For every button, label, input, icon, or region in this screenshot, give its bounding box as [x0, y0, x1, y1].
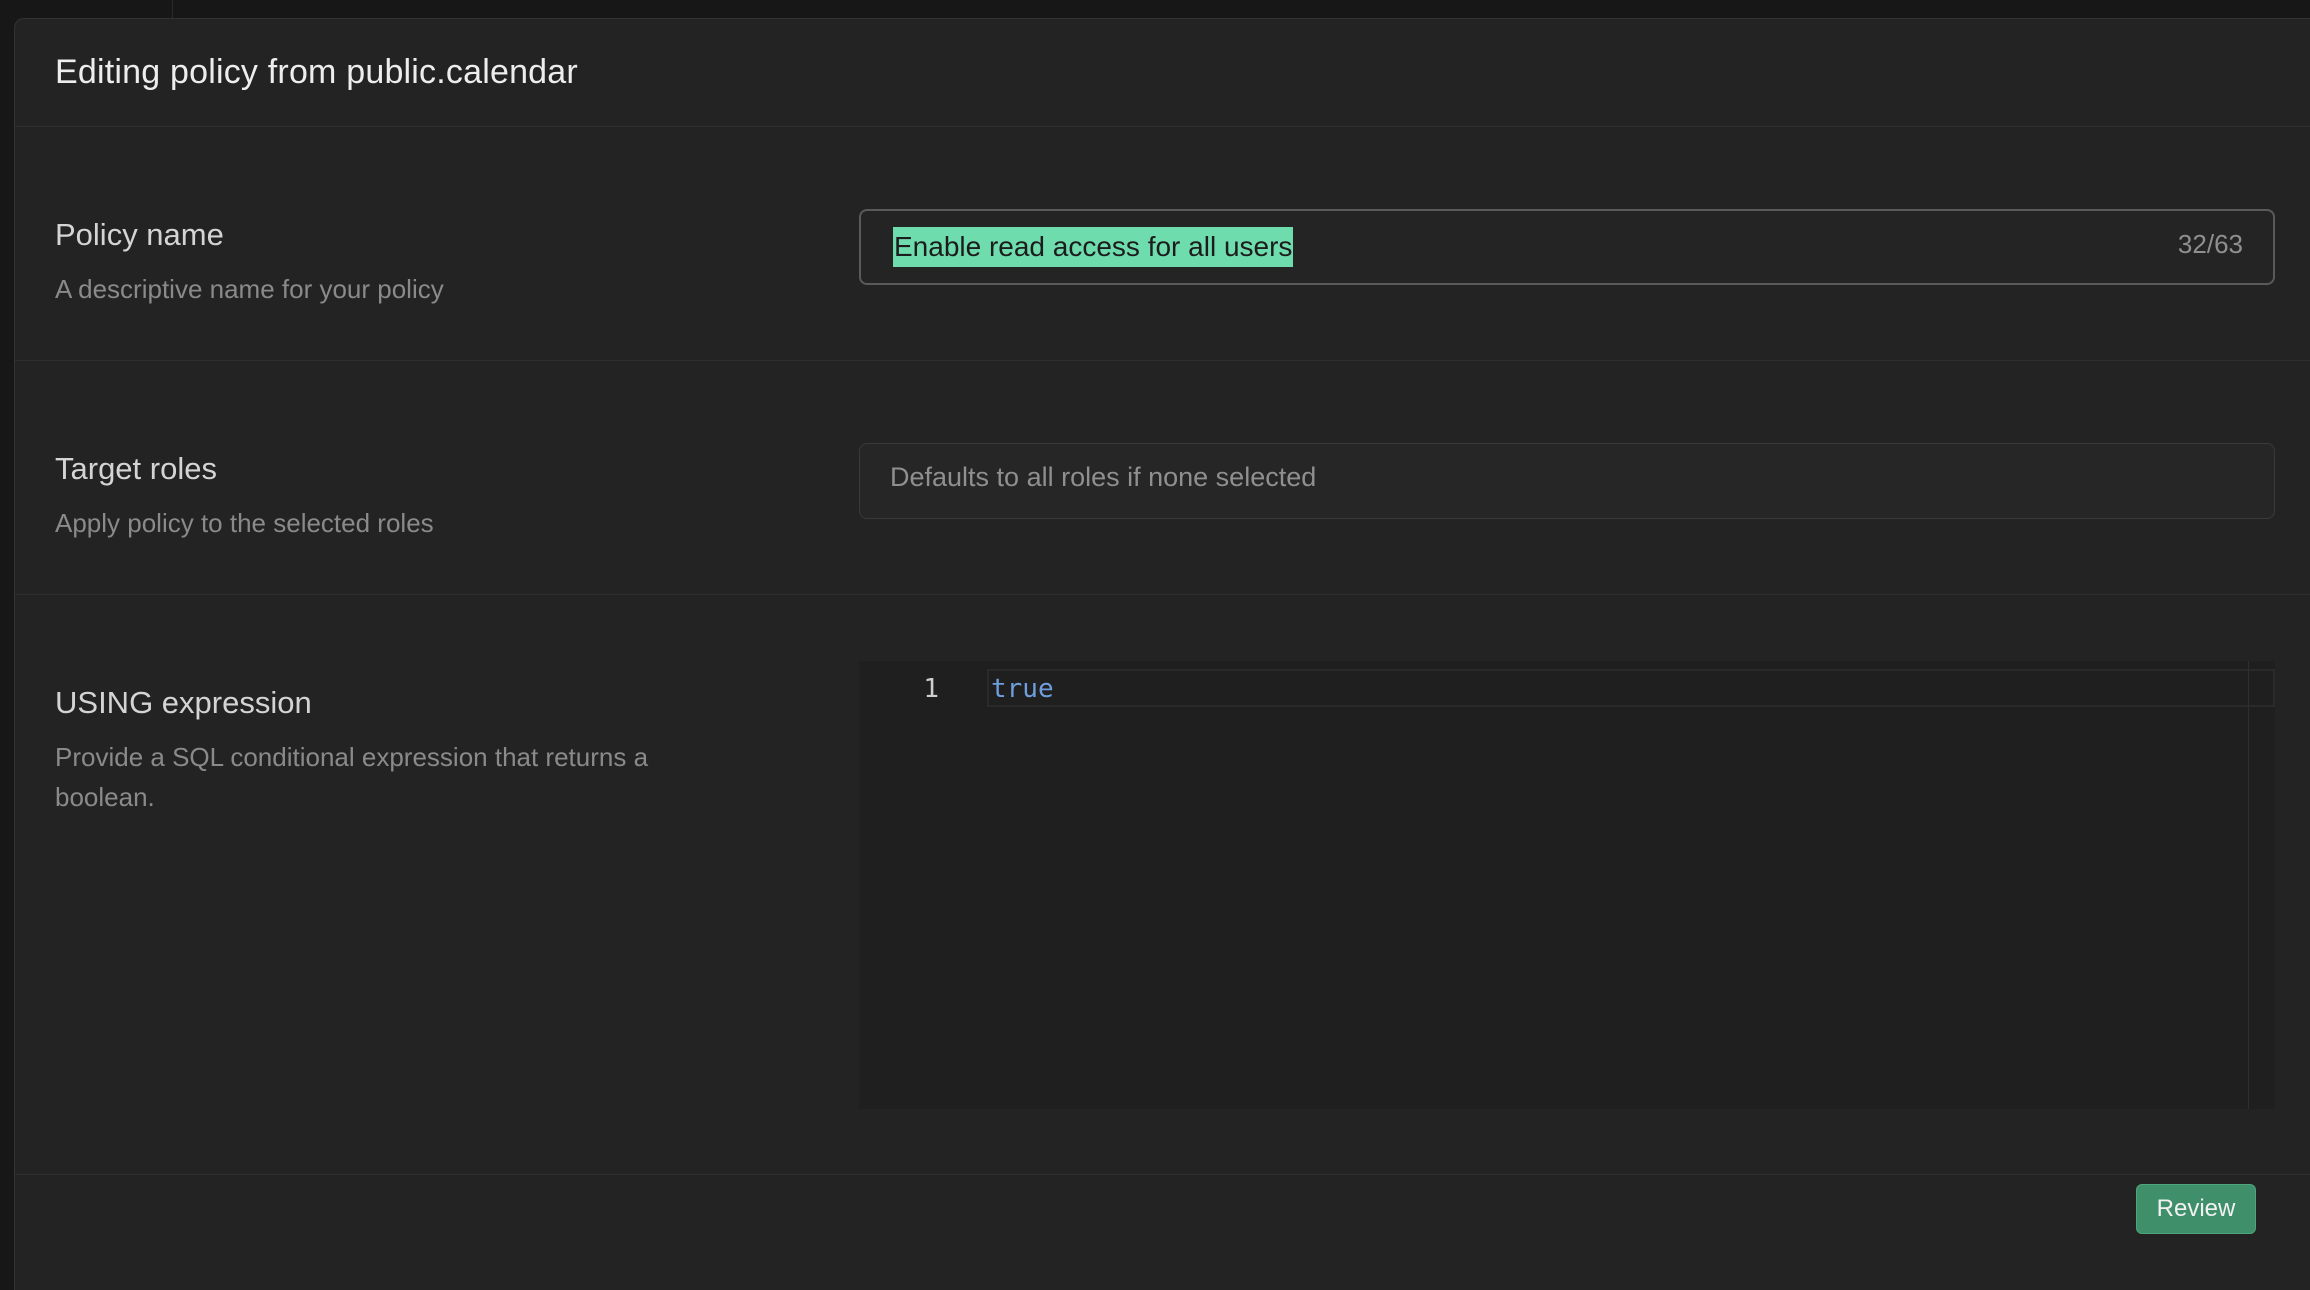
policy-name-section: Policy name A descriptive name for your … — [15, 127, 2310, 361]
target-roles-section: Target roles Apply policy to the selecte… — [15, 361, 2310, 595]
policy-name-value[interactable]: Enable read access for all users — [893, 227, 1294, 267]
using-expression-description: Provide a SQL conditional expression tha… — [55, 742, 649, 812]
line-number: 1 — [923, 674, 939, 704]
policy-name-label: Policy name — [55, 217, 224, 252]
policy-name-char-count: 32/63 — [2177, 229, 2243, 259]
target-roles-select[interactable]: Defaults to all roles if none selected — [859, 443, 2275, 519]
editor-scrollbar-track[interactable] — [2248, 661, 2249, 1109]
backdrop-divider — [172, 0, 173, 18]
active-line-highlight — [987, 669, 2275, 707]
review-button[interactable]: Review — [2136, 1184, 2256, 1234]
policy-name-input[interactable]: Enable read access for all users 32/63 — [859, 209, 2275, 285]
modal-title: Editing policy from public.calendar — [55, 53, 578, 91]
policy-name-description: A descriptive name for your policy — [55, 274, 444, 304]
target-roles-description: Apply policy to the selected roles — [55, 508, 434, 538]
using-expression-section: USING expression Provide a SQL condition… — [15, 595, 2310, 1175]
using-expression-label: USING expression — [55, 685, 312, 720]
target-roles-label: Target roles — [55, 451, 217, 486]
edit-policy-modal: Editing policy from public.calendar Poli… — [14, 18, 2310, 1290]
modal-header: Editing policy from public.calendar — [15, 19, 2310, 127]
sql-code-editor[interactable]: 1 true — [859, 661, 2275, 1109]
code-line[interactable]: true — [991, 671, 1054, 707]
target-roles-placeholder: Defaults to all roles if none selected — [890, 462, 1317, 492]
